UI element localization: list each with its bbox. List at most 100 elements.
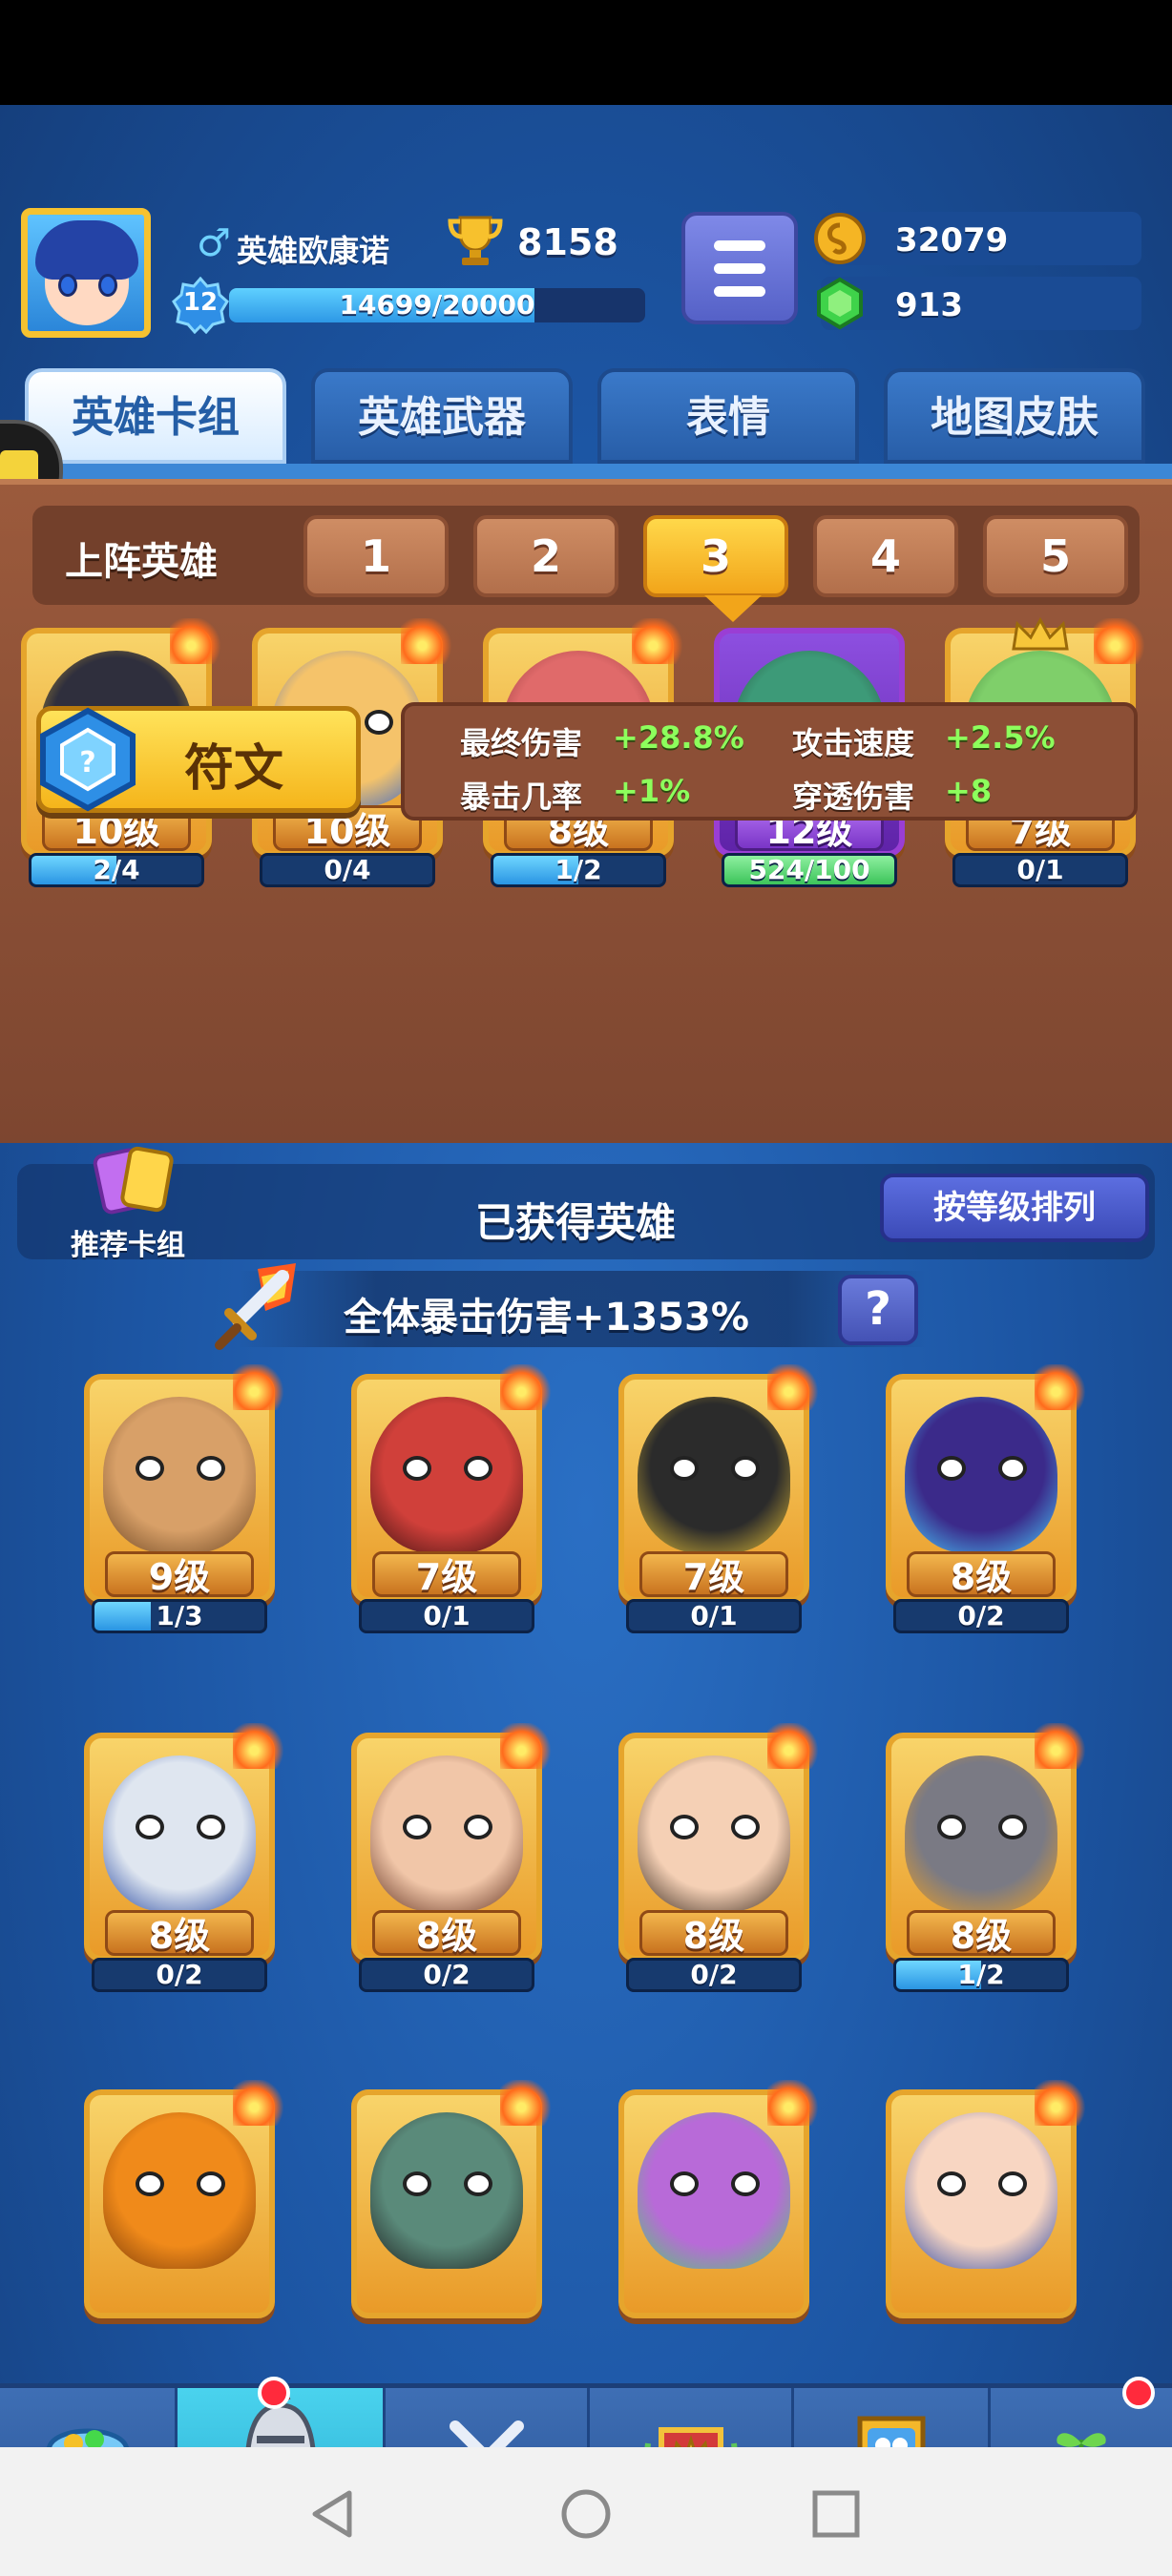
flame-icon xyxy=(1035,2080,1088,2126)
card-progress-text: 0/1 xyxy=(423,1600,471,1631)
hero-card[interactable]: 7级 0/1 xyxy=(344,1364,554,1633)
flame-icon xyxy=(632,618,685,664)
menu-icon xyxy=(714,286,765,297)
card-progress-bar: 0/2 xyxy=(92,1958,267,1992)
lineup-slot-5[interactable]: 5 xyxy=(983,515,1128,597)
rune-label: 符文 xyxy=(184,740,284,798)
hero-eyes xyxy=(357,2171,536,2200)
recommended-deck-label[interactable]: 推荐卡组 xyxy=(71,1221,185,1263)
card-progress-text: 1/3 xyxy=(156,1600,203,1631)
team-banner-icon xyxy=(857,2416,925,2447)
gem-counter[interactable]: 913 xyxy=(817,277,1141,330)
nav-tab-rank[interactable] xyxy=(590,2388,794,2447)
hero-level: 7级 xyxy=(372,1551,521,1598)
nav-tab-battle[interactable] xyxy=(386,2388,590,2447)
gold-counter[interactable]: 32079 xyxy=(814,212,1141,265)
trophy-icon xyxy=(448,216,503,265)
stat-name: 攻击速度 xyxy=(792,725,915,761)
hero-card[interactable] xyxy=(76,2080,286,2330)
hero-eyes xyxy=(624,1815,804,1843)
rune-button[interactable]: ? 符文 xyxy=(36,706,361,813)
hero-card[interactable]: 8级 0/2 xyxy=(76,1723,286,1992)
stat-name: 最终伤害 xyxy=(460,725,583,761)
tab-map-skins[interactable]: 地图皮肤 xyxy=(884,368,1145,464)
hero-card[interactable]: 7级 0/1 xyxy=(611,1364,821,1633)
hero-eye xyxy=(937,2171,966,2196)
lineup-slot-2[interactable]: 2 xyxy=(473,515,618,597)
card-progress-text: 0/2 xyxy=(423,1959,471,1990)
collection-header: 推荐卡组 已获得英雄 按等级排列 xyxy=(17,1146,1155,1262)
tab-hero-weapons[interactable]: 英雄武器 xyxy=(311,368,573,464)
hero-eye xyxy=(670,1456,699,1481)
nav-tab-team[interactable] xyxy=(794,2388,991,2447)
flame-icon xyxy=(170,618,223,664)
flaming-sword-icon xyxy=(215,1263,296,1350)
hero-card[interactable]: 8级 1/2 xyxy=(878,1723,1088,1992)
card-progress-bar: 0/2 xyxy=(893,1599,1069,1633)
hero-eye xyxy=(731,2171,760,2196)
trophy-count: 8158 xyxy=(517,221,618,263)
recommended-deck-icon[interactable] xyxy=(90,1143,181,1219)
hero-eye xyxy=(998,1815,1027,1839)
hero-card[interactable]: 9级 1/3 xyxy=(76,1364,286,1633)
hero-card[interactable]: 8级 0/2 xyxy=(344,1723,554,1992)
lineup-slot-4[interactable]: 4 xyxy=(813,515,958,597)
lineup-slot-1[interactable]: 1 xyxy=(303,515,449,597)
tab-hero-deck[interactable]: 英雄卡组 xyxy=(25,368,286,464)
hero-level: 8级 xyxy=(907,1910,1056,1957)
flame-icon xyxy=(1035,1723,1088,1769)
hero-card[interactable] xyxy=(611,2080,821,2330)
tab-emotes[interactable]: 表情 xyxy=(597,368,859,464)
back-icon[interactable] xyxy=(305,2485,363,2543)
hero-card[interactable]: 8级 0/2 xyxy=(611,1723,821,1992)
hero-level: 8级 xyxy=(907,1551,1056,1598)
card-progress-bar: 1/2 xyxy=(893,1958,1069,1992)
card-progress-bar: 0/2 xyxy=(626,1958,802,1992)
stats-panel: 最终伤害 +28.8% 攻击速度 +2.5% 暴击几率 +1% 穿透伤害 +8 xyxy=(401,702,1138,821)
hero-eye xyxy=(403,1456,431,1481)
hero-level: 8级 xyxy=(372,1910,521,1957)
menu-button[interactable] xyxy=(681,212,798,324)
menu-icon xyxy=(714,263,765,274)
crit-bonus-text: 全体暴击伤害+1353% xyxy=(344,1296,749,1340)
hero-eyes xyxy=(357,1815,536,1843)
crossed-swords-icon xyxy=(449,2420,524,2447)
hero-eye xyxy=(136,1815,164,1839)
crown-shield-icon xyxy=(644,2427,737,2447)
lineup-slot-3-label: 3 xyxy=(700,530,731,582)
flame-icon xyxy=(233,1723,286,1769)
hero-eyes xyxy=(90,1815,269,1843)
green-gem-icon xyxy=(817,277,863,330)
system-navigation-bar xyxy=(0,2447,1172,2576)
player-avatar[interactable] xyxy=(21,208,151,338)
lineup-slot-3[interactable]: 3 xyxy=(643,515,788,622)
hero-eyes xyxy=(90,1456,269,1485)
hero-eye xyxy=(136,2171,164,2196)
nav-tab-shop[interactable] xyxy=(0,2388,178,2447)
card-progress-text: 2/4 xyxy=(93,854,140,885)
hero-card[interactable]: 8级 0/2 xyxy=(878,1364,1088,1633)
stat-value: +8 xyxy=(945,773,993,809)
flame-icon xyxy=(1094,618,1147,664)
player-name: 英雄欧康诺 xyxy=(237,233,390,269)
lineup-title: 上阵英雄 xyxy=(65,540,218,584)
lineup-header: 上阵英雄 1 2 3 4 5 xyxy=(32,506,1140,622)
hero-level: 8级 xyxy=(105,1910,254,1957)
sort-by-level-button[interactable]: 按等级排列 xyxy=(880,1174,1149,1242)
slot-pointer-icon xyxy=(704,595,762,622)
card-progress-text: 1/2 xyxy=(957,1959,1005,1990)
rune-gem-icon: ? xyxy=(40,707,136,812)
gold-coin-icon xyxy=(814,213,866,264)
hero-card[interactable] xyxy=(878,2080,1088,2330)
hero-eye xyxy=(403,1815,431,1839)
card-progress-text: 1/2 xyxy=(555,854,602,885)
card-progress-bar: 0/4 xyxy=(260,853,435,887)
recent-apps-icon[interactable] xyxy=(807,2485,865,2543)
card-progress-text: 0/1 xyxy=(1016,854,1064,885)
hero-eye xyxy=(197,2171,225,2196)
hero-card[interactable] xyxy=(344,2080,554,2330)
card-progress-text: 0/4 xyxy=(324,854,371,885)
home-icon[interactable] xyxy=(557,2485,615,2543)
help-button[interactable]: ? xyxy=(838,1275,918,1345)
profile-panel[interactable]: ♂ 英雄欧康诺 8158 14699/20000 12 xyxy=(168,212,653,342)
